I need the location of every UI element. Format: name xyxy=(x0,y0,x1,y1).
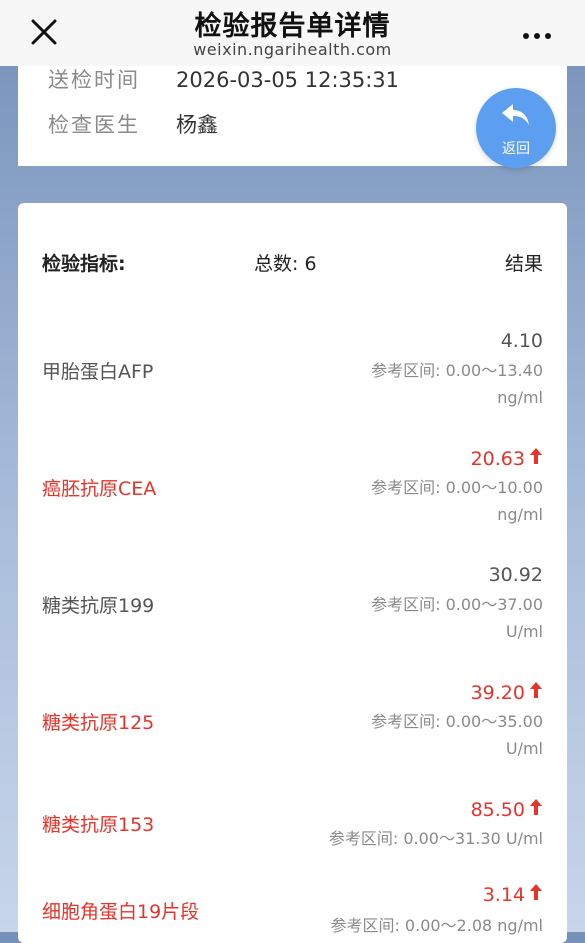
result-value-text: 85.50 xyxy=(470,799,525,821)
page-domain: weixin.ngarihealth.com xyxy=(193,40,392,59)
arrow-up-icon xyxy=(529,681,543,704)
send-time-label: 送检时间 xyxy=(48,68,140,92)
result-value: 3.14 xyxy=(483,883,543,906)
result-unit: ng/ml xyxy=(497,388,543,407)
indicator-name: 癌胚抗原CEA xyxy=(42,478,157,500)
total-count: 总数: 6 xyxy=(254,249,317,276)
result-row[interactable]: 糖类抗原153 85.50 参考区间: 0.00～31.30 U/ml xyxy=(42,798,543,888)
back-button[interactable]: 返回 xyxy=(476,88,556,168)
reference-value: 0.00～37.00 xyxy=(445,595,543,614)
reference-value: 0.00～35.00 xyxy=(445,712,543,731)
reference-value: 0.00～31.30 xyxy=(403,829,501,848)
indicator-name: 细胞角蛋白19片段 xyxy=(42,901,200,923)
result-value-text: 39.20 xyxy=(470,682,525,704)
reference-range: 参考区间: 0.00～31.30 U/ml xyxy=(329,825,543,849)
doctor-row: 检查医生 杨鑫 xyxy=(48,109,218,139)
reference-label: 参考区间: xyxy=(371,712,446,731)
arrow-up-icon xyxy=(529,798,543,821)
result-value-text: 30.92 xyxy=(488,564,543,586)
reference-label: 参考区间: xyxy=(371,361,446,380)
results-header: 检验指标: 总数: 6 结果 xyxy=(42,249,543,279)
result-value-text: 20.63 xyxy=(470,448,525,470)
result-row[interactable]: 甲胎蛋白AFP 4.10 ng/ml 参考区间: 0.00～13.40 xyxy=(42,330,543,420)
arrow-up-icon xyxy=(529,447,543,470)
more-icon[interactable] xyxy=(523,24,559,40)
result-row[interactable]: 细胞角蛋白19片段 3.14 参考区间: 0.00～2.08 ng/ml xyxy=(42,883,543,943)
result-unit: U/ml xyxy=(505,829,543,848)
indicator-header: 检验指标: xyxy=(42,253,126,275)
total-value: 6 xyxy=(304,253,317,275)
result-value: 4.10 xyxy=(501,330,543,352)
arrow-up-icon xyxy=(529,883,543,906)
reference-value: 0.00～2.08 xyxy=(404,916,493,935)
reference-label: 参考区间: xyxy=(371,478,446,497)
result-row[interactable]: 癌胚抗原CEA 20.63 ng/ml 参考区间: 0.00～10.00 xyxy=(42,447,543,537)
reference-range: 参考区间: 0.00～35.00 xyxy=(371,708,543,732)
result-row[interactable]: 糖类抗原199 30.92 U/ml 参考区间: 0.00～37.00 xyxy=(42,564,543,654)
reply-arrow-icon xyxy=(502,104,529,125)
indicator-name: 糖类抗原199 xyxy=(42,595,155,617)
indicator-name: 糖类抗原125 xyxy=(42,712,155,734)
reference-range: 参考区间: 0.00～13.40 xyxy=(371,357,543,381)
indicator-name: 甲胎蛋白AFP xyxy=(42,361,154,383)
result-value: 20.63 xyxy=(471,447,543,470)
reference-range: 参考区间: 0.00～37.00 xyxy=(371,591,543,615)
reference-range: 参考区间: 0.00～2.08 ng/ml xyxy=(330,912,543,936)
reference-label: 参考区间: xyxy=(371,595,446,614)
reference-label: 参考区间: xyxy=(328,829,404,848)
nav-bar: 检验报告单详情 weixin.ngarihealth.com xyxy=(0,0,585,66)
reference-value: 0.00～13.40 xyxy=(445,361,543,380)
send-time-value: 2026-03-05 12:35:31 xyxy=(176,68,400,92)
result-unit: U/ml xyxy=(505,739,543,758)
total-label: 总数: xyxy=(254,253,299,275)
result-value: 85.50 xyxy=(471,798,543,821)
reference-label: 参考区间: xyxy=(330,916,405,935)
page-title: 检验报告单详情 xyxy=(194,11,391,42)
result-unit: ng/ml xyxy=(497,916,543,935)
result-value: 30.92 xyxy=(489,564,543,586)
result-row[interactable]: 糖类抗原125 39.20 U/ml 参考区间: 0.00～35.00 xyxy=(42,681,543,771)
reference-value: 0.00～10.00 xyxy=(445,478,543,497)
results-card: 检验指标: 总数: 6 结果 甲胎蛋白AFP 4.10 ng/ml 参考区间: 0.0… xyxy=(18,203,567,943)
indicator-name: 糖类抗原153 xyxy=(42,814,155,836)
reference-range: 参考区间: 0.00～10.00 xyxy=(371,474,543,498)
result-unit: U/ml xyxy=(505,622,543,641)
result-value-text: 3.14 xyxy=(482,884,525,906)
result-header: 结果 xyxy=(504,253,543,275)
send-time-row: 送检时间 2026-03-05 12:35:31 xyxy=(48,64,399,94)
doctor-label: 检查医生 xyxy=(48,113,140,137)
result-unit: ng/ml xyxy=(497,505,543,524)
doctor-value: 杨鑫 xyxy=(176,113,218,137)
result-value: 39.20 xyxy=(471,681,543,704)
back-button-label: 返回 xyxy=(502,141,530,157)
result-value-text: 4.10 xyxy=(500,330,543,352)
